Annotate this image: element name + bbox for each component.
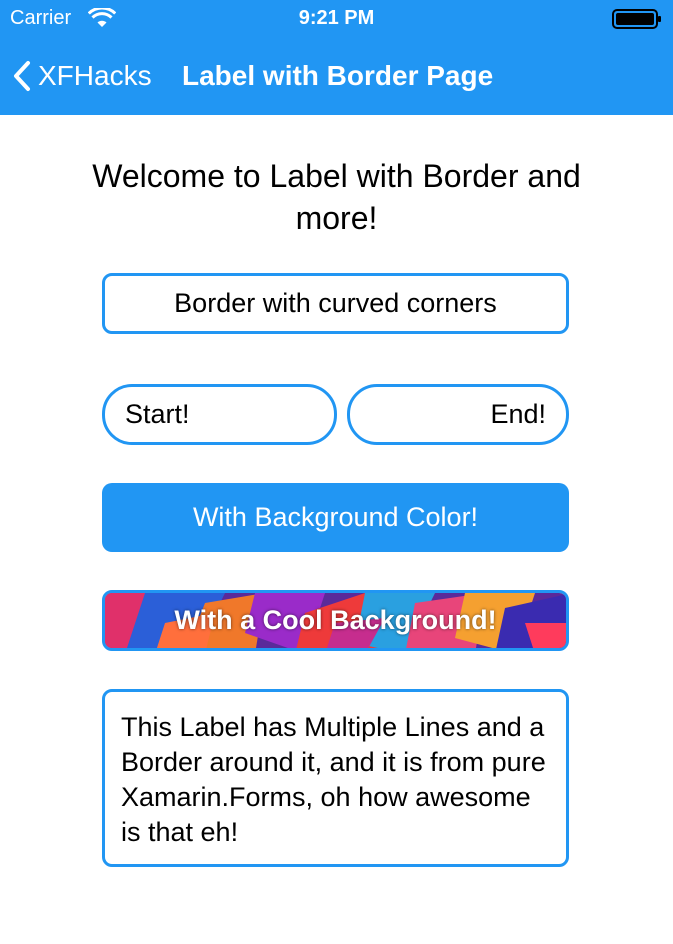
start-text: Start! [125,399,190,429]
back-button[interactable]: XFHacks [12,58,152,94]
curved-border-label: Border with curved corners [102,273,569,334]
background-color-label: With Background Color! [102,483,569,552]
top-bar: Carrier 9:21 PM XFHacks Label with Borde… [0,0,673,115]
battery-icon [612,9,661,29]
cool-background-label: With a Cool Background! [102,590,569,651]
back-label: XFHacks [38,60,152,91]
background-color-text: With Background Color! [192,502,479,532]
chevron-left-icon [14,61,30,91]
curved-border-text: Border with curved corners [174,288,497,318]
cool-background-text: With a Cool Background! [174,605,497,635]
welcome-label: Welcome to Label with Border and more! [92,158,581,236]
end-pill-label: End! [347,384,569,445]
end-text: End! [490,399,546,429]
start-pill-label: Start! [102,384,337,445]
clock: 9:21 PM [298,7,375,29]
status-bar: Carrier 9:21 PM [0,0,673,38]
multiline-label: This Label has Multiple Lines and a Bord… [102,689,569,867]
page-title: Label with Border Page [182,60,494,91]
multiline-text: This Label has Multiple Lines and a Bord… [121,712,546,847]
navigation-bar: XFHacks Label with Border Page [0,48,673,104]
